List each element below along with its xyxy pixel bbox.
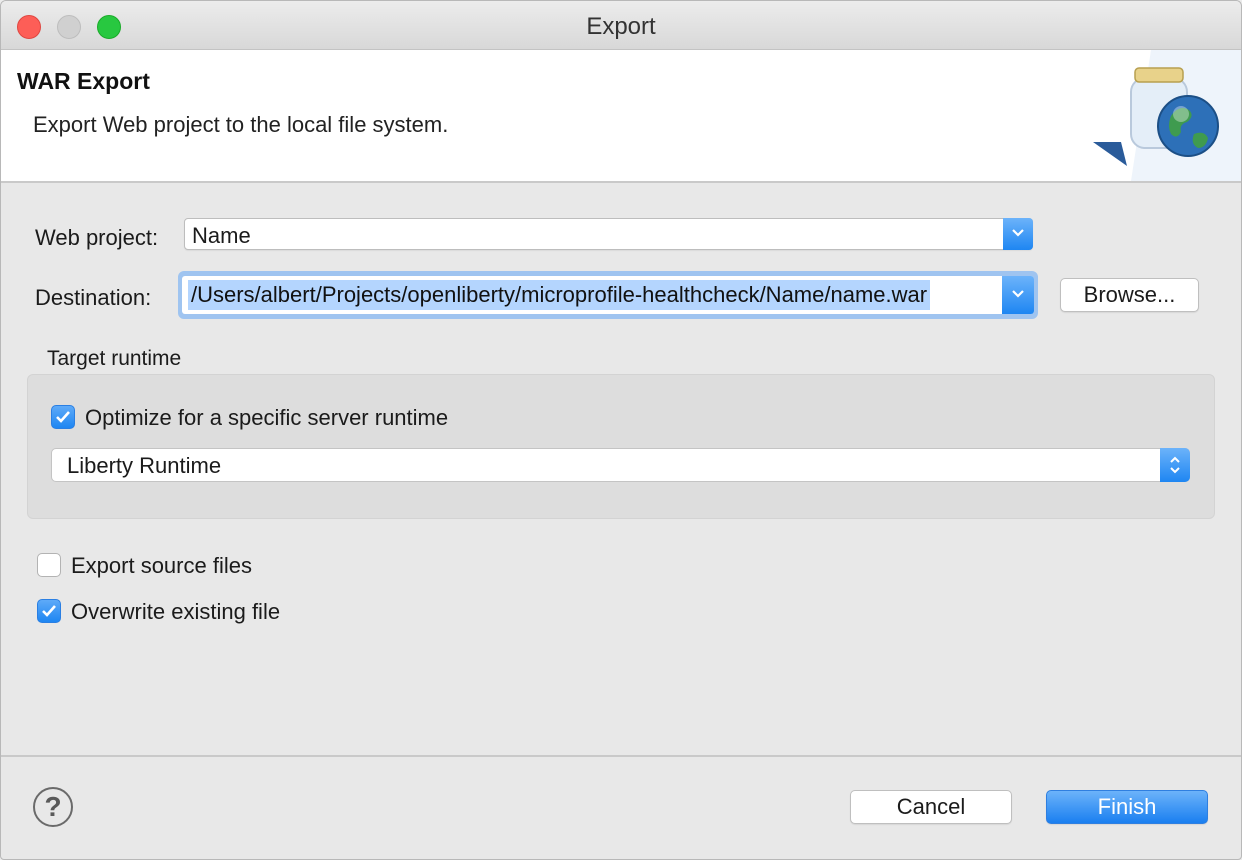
destination-input[interactable]: /Users/albert/Projects/openliberty/micro… xyxy=(188,280,931,310)
web-project-select[interactable]: Name xyxy=(184,218,1033,250)
web-project-value: Name xyxy=(192,223,251,248)
help-icon[interactable]: ? xyxy=(33,787,73,827)
browse-button[interactable]: Browse... xyxy=(1060,278,1199,312)
title-bar[interactable]: Export xyxy=(1,1,1241,50)
up-down-chevron-icon[interactable] xyxy=(1160,448,1190,482)
web-project-label: Web project: xyxy=(35,225,159,250)
overwrite-file-label[interactable]: Overwrite existing file xyxy=(71,599,280,625)
window-title: Export xyxy=(586,13,656,40)
destination-combo[interactable]: /Users/albert/Projects/openliberty/micro… xyxy=(182,276,1034,314)
chevron-down-icon[interactable] xyxy=(1003,218,1033,250)
optimize-runtime-checkbox[interactable] xyxy=(51,405,75,429)
target-runtime-group-label: Target runtime xyxy=(47,347,182,370)
finish-button[interactable]: Finish xyxy=(1046,790,1208,824)
runtime-select[interactable]: Liberty Runtime xyxy=(51,448,1190,482)
export-dialog: Export WAR Export Export Web project to … xyxy=(0,0,1242,860)
export-source-checkbox[interactable] xyxy=(37,553,61,577)
destination-label: Destination: xyxy=(35,285,152,310)
chevron-down-icon[interactable] xyxy=(1002,276,1034,314)
jar-globe-icon xyxy=(1093,50,1241,181)
wizard-title: WAR Export xyxy=(17,68,150,94)
overwrite-file-checkbox[interactable] xyxy=(37,599,61,623)
cancel-button[interactable]: Cancel xyxy=(850,790,1012,824)
optimize-runtime-label[interactable]: Optimize for a specific server runtime xyxy=(85,405,448,431)
runtime-value: Liberty Runtime xyxy=(67,453,222,478)
wizard-banner: WAR Export Export Web project to the loc… xyxy=(1,50,1241,183)
checkmark-icon xyxy=(56,411,70,423)
footer-divider xyxy=(1,755,1241,757)
export-source-label[interactable]: Export source files xyxy=(71,553,252,579)
target-runtime-group xyxy=(27,374,1215,519)
checkmark-icon xyxy=(42,605,56,617)
wizard-description: Export Web project to the local file sys… xyxy=(33,112,449,137)
